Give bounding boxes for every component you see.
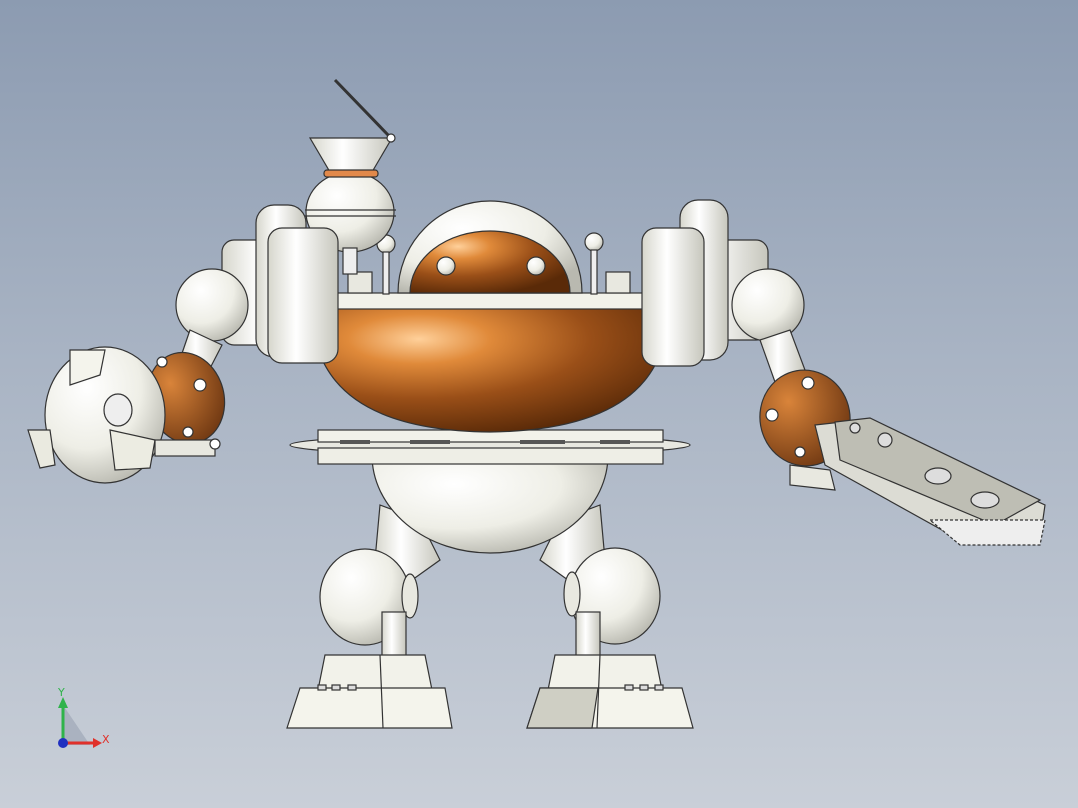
robot-model[interactable] [0, 0, 1078, 808]
coordinate-triad [58, 697, 102, 748]
y-axis-label: Y [58, 686, 65, 699]
lower-body [289, 429, 691, 554]
torso-top [305, 78, 631, 295]
cad-viewport[interactable]: Y X [0, 0, 1078, 808]
right-arm [641, 199, 1046, 546]
z-axis-dot [58, 738, 68, 748]
left-arm [27, 204, 339, 484]
torso-bowl [311, 292, 669, 433]
x-axis-label: X [102, 733, 110, 746]
